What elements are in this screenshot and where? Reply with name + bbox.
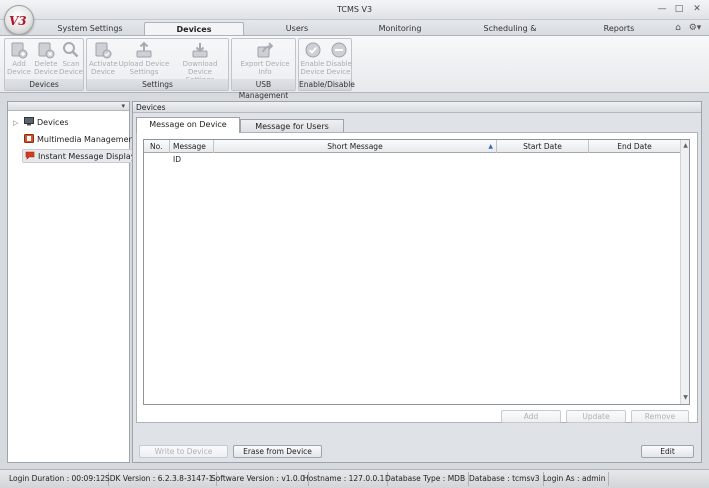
tab-users[interactable]: Users xyxy=(272,22,322,36)
tab-reports[interactable]: Reports xyxy=(598,22,640,36)
download-settings-label-1: Download Device xyxy=(182,60,218,76)
activate-device-label-1: Activate xyxy=(89,60,118,68)
remove-button[interactable]: Remove xyxy=(631,410,689,423)
upload-icon xyxy=(136,41,152,58)
magnifier-icon xyxy=(63,42,79,58)
messages-grid[interactable]: No. Message ID Short Message ▲ Start Date… xyxy=(143,139,690,405)
write-to-device-button[interactable]: Write to Device xyxy=(139,445,228,458)
edit-button[interactable]: Edit xyxy=(641,445,694,458)
tree-item-multimedia-management[interactable]: Multimedia Management xyxy=(24,133,137,147)
delete-device-label-2: Device xyxy=(34,68,58,76)
status-sdk-version: SDK Version : 6.2.3.8-3147-1 xyxy=(102,472,218,486)
add-button[interactable]: Add xyxy=(501,410,561,423)
sort-ascending-icon: ▲ xyxy=(488,143,493,150)
tab-scheduling-attendance[interactable]: Scheduling & Attendance xyxy=(460,22,560,46)
film-icon xyxy=(24,134,34,143)
add-device-label-2: Device xyxy=(7,68,31,76)
download-device-settings-button[interactable]: Download DeviceSettings xyxy=(171,41,229,84)
navigation-pane-header: ▾ xyxy=(8,102,129,111)
minimize-button[interactable]: — xyxy=(655,3,669,15)
status-database: Database : tcmsv3 xyxy=(466,472,544,486)
minus-circle-icon xyxy=(331,42,346,58)
tab-monitoring[interactable]: Monitoring xyxy=(372,22,428,36)
export-device-info-button[interactable]: Export Device Info xyxy=(238,41,292,76)
speech-bubble-icon xyxy=(25,151,35,160)
scan-device-label-1: Scan xyxy=(62,60,80,68)
tab-message-for-users[interactable]: Message for Users xyxy=(240,119,344,133)
tab-system-settings[interactable]: System Settings xyxy=(54,22,126,36)
activate-device-button[interactable]: Activate Device xyxy=(89,41,118,76)
scroll-up-icon[interactable]: ▲ xyxy=(682,142,689,150)
upload-device-settings-button[interactable]: Upload Device Settings xyxy=(118,41,170,76)
export-info-label-2: Info xyxy=(258,68,272,76)
group-label-usb-management: USB Management xyxy=(232,79,295,100)
scan-device-label-2: Device xyxy=(59,68,83,76)
help-icon[interactable]: ⌂ xyxy=(671,22,685,34)
ribbon-group-usb-management: Export Device Info USB Management xyxy=(231,38,296,100)
pin-icon[interactable]: ▾ xyxy=(121,102,125,110)
tree-item-devices[interactable]: Devices xyxy=(24,116,69,130)
checkmark-icon xyxy=(305,42,320,58)
upload-settings-label-1: Upload Device xyxy=(118,60,170,68)
ribbon-group-enable-disable: Enable Device Disable Device Enable/Disabl… xyxy=(298,38,355,91)
status-software-version: Software Version : v1.0.0 xyxy=(208,472,309,486)
add-device-label-1: Add xyxy=(12,60,26,68)
disable-device-label-1: Disable xyxy=(326,60,352,68)
group-label-devices: Devices xyxy=(5,79,83,90)
ribbon-group-devices: Add Device Delete Device Scan Device Device… xyxy=(4,38,84,91)
col-header-short-message-label: Short Message xyxy=(327,142,383,151)
col-header-short-message[interactable]: Short Message ▲ xyxy=(214,140,497,153)
enable-device-label-2: Device xyxy=(300,68,325,76)
export-info-label-1: Export Device xyxy=(240,60,290,68)
vertical-scrollbar[interactable]: ▲ ▼ xyxy=(680,140,689,404)
status-login-as: Login As : admin xyxy=(540,472,610,486)
upload-settings-label-2: Settings xyxy=(129,68,159,76)
window-title: TCMS V3 xyxy=(336,5,373,14)
tree-expand-icon[interactable]: ▷ xyxy=(13,119,18,127)
style-dropdown-icon[interactable]: ⚙▾ xyxy=(686,22,704,34)
delete-device-icon xyxy=(38,42,55,59)
tree-item-instant-message-label: Instant Message Display xyxy=(38,152,136,161)
activate-device-icon xyxy=(95,42,112,59)
status-hostname: Hostname : 127.0.0.1 xyxy=(300,472,389,486)
status-database-type: Database Type : MDB xyxy=(382,472,470,486)
update-button[interactable]: Update xyxy=(566,410,626,423)
scroll-down-icon[interactable]: ▼ xyxy=(682,394,689,402)
enable-device-label-1: Enable xyxy=(300,60,325,68)
export-icon xyxy=(257,42,274,58)
computer-icon xyxy=(24,117,34,126)
delete-device-label-1: Delete xyxy=(34,60,58,68)
col-header-message-id[interactable]: Message ID xyxy=(170,140,214,164)
col-header-end-date[interactable]: End Date xyxy=(589,140,681,153)
enable-device-button[interactable]: Enable Device xyxy=(300,41,325,76)
scan-device-button[interactable]: Scan Device xyxy=(59,41,83,76)
app-menu-orb[interactable]: V3 xyxy=(4,5,34,35)
grid-header: No. Message ID Short Message ▲ Start Date… xyxy=(144,140,689,164)
col-header-no[interactable]: No. xyxy=(144,140,170,153)
status-login-duration: Login Duration : 00:09:12 xyxy=(6,472,110,486)
erase-from-device-button[interactable]: Erase from Device xyxy=(233,445,322,458)
col-header-start-date[interactable]: Start Date xyxy=(497,140,589,153)
close-button[interactable]: ✕ xyxy=(690,3,704,15)
download-icon xyxy=(192,43,208,58)
activate-device-label-2: Device xyxy=(91,68,115,76)
devices-panel-header: Devices xyxy=(133,102,701,113)
add-device-icon xyxy=(11,42,28,59)
title-bar: TCMS V3 — □ ✕ xyxy=(0,0,709,20)
disable-device-button[interactable]: Disable Device xyxy=(326,41,352,76)
ribbon-group-settings: Activate Device Upload Device Settings Dow… xyxy=(86,38,229,91)
app-logo-text: V3 xyxy=(9,14,27,28)
tree-item-instant-message-display[interactable]: Instant Message Display xyxy=(22,149,139,163)
disable-device-label-2: Device xyxy=(326,68,351,76)
add-device-button[interactable]: Add Device xyxy=(7,41,31,76)
delete-device-button[interactable]: Delete Device xyxy=(33,41,59,76)
tab-message-on-device[interactable]: Message on Device xyxy=(136,117,240,133)
group-label-settings: Settings xyxy=(87,79,228,90)
group-label-enable-disable: Enable/Disable xyxy=(299,79,355,90)
maximize-button[interactable]: □ xyxy=(672,3,686,15)
tree-item-multimedia-label: Multimedia Management xyxy=(37,135,137,144)
tree-item-devices-label: Devices xyxy=(37,118,69,127)
